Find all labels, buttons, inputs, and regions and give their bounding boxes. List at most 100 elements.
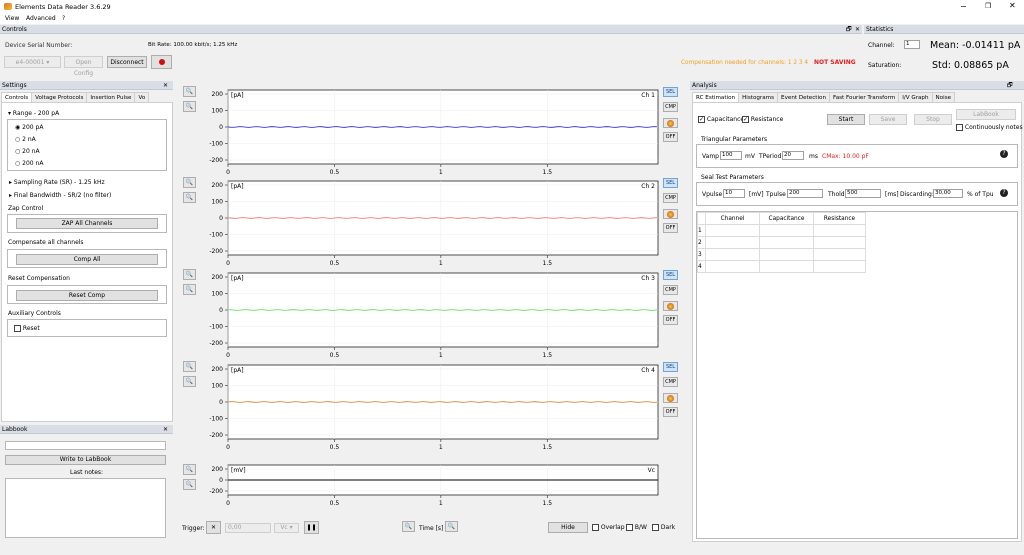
dark-checkbox[interactable]: Dark [652,524,675,531]
seal-help-icon[interactable]: ? [1000,189,1008,197]
zap-all-button[interactable]: ZAP All Channels [16,218,158,229]
tab-vo[interactable]: Vo [134,92,150,102]
tpulse-spinbox[interactable]: 200 [787,189,823,198]
plot-3-zap-button[interactable] [663,301,678,311]
tab-fft[interactable]: Fast Fourier Transform [829,92,900,102]
trigger-clear-button[interactable]: ✕ [206,521,221,534]
labbook-input[interactable] [5,441,166,450]
plot-2-off-button[interactable]: OFF [663,223,678,233]
plot-3-zoom-out-button[interactable]: 🔍 [183,284,196,295]
plot-4-cmp-button[interactable]: CMP [663,377,678,387]
radio-200na[interactable]: ○ 200 nA [15,160,43,167]
table-row[interactable]: 3 [697,248,866,261]
plot-3-cmp-button[interactable]: CMP [663,285,678,295]
discard-spinbox[interactable]: 30,00 [933,189,963,198]
trigger-value-input[interactable]: 0,00 [225,523,271,533]
menu-advanced[interactable]: Advanced [26,15,56,22]
plot-2-zoom-in-button[interactable]: 🔍 [183,177,196,188]
minimize-icon[interactable]: − [960,2,967,11]
hide-button[interactable]: Hide [548,522,588,533]
tperiod-spinbox[interactable]: 20 [782,151,804,160]
time-zoom-out-button[interactable]: 🔍 [445,521,458,532]
float-icon[interactable]: 🗗 [846,25,852,34]
restore-icon[interactable]: ❐ [985,2,991,10]
plot-3-off-button[interactable]: OFF [663,315,678,325]
vamp-spinbox[interactable]: 100 [720,151,742,160]
bw-checkbox[interactable]: B/W [626,524,647,531]
plot-1-zoom-out-button[interactable]: 🔍 [183,101,196,112]
bandwidth-expander[interactable]: ▸ Final Bandwidth - SR/2 (no filter) [9,192,111,199]
plot-1-zap-button[interactable] [663,118,678,128]
plot-4-off-button[interactable]: OFF [663,407,678,417]
app-logo-icon [4,3,12,10]
plot-2-zoom-out-button[interactable]: 🔍 [183,192,196,203]
trigger-unit-select[interactable]: Vc ▾ [274,523,299,533]
menu-view[interactable]: View [5,15,19,22]
reset-comp-button[interactable]: Reset Comp [16,290,158,301]
column-header-capacitance[interactable]: Capacitance [759,212,814,225]
plot-5-zoom-in-button[interactable]: 🔍 [183,464,196,475]
radio-2na[interactable]: ○ 2 nA [15,136,36,143]
plot-5-zoom-out-button[interactable]: 🔍 [183,479,196,490]
close-panel-icon[interactable]: ✕ [855,25,860,34]
comp-all-button[interactable]: Comp All [16,254,158,265]
plot-1-cmp-button[interactable]: CMP [663,102,678,112]
plot-2-sel-button[interactable]: SEL [663,178,678,188]
tab-histograms[interactable]: Histograms [738,92,779,102]
plot-4-zoom-out-button[interactable]: 🔍 [183,376,196,387]
resistance-checkbox[interactable]: ✓ Resistance [742,116,783,123]
labbook-close-icon[interactable]: ✕ [163,425,168,434]
radio-20na[interactable]: ○ 20 nA [15,148,40,155]
tab-voltage-protocols[interactable]: Voltage Protocols [31,92,88,102]
column-header-resistance[interactable]: Resistance [813,212,866,225]
close-icon[interactable]: ✕ [1009,1,1016,10]
plot-1-off-button[interactable]: OFF [663,132,678,142]
plot-1-sel-button[interactable]: SEL [663,87,678,97]
stop-button[interactable]: Stop [914,114,952,125]
capacitance-checkbox[interactable]: ✓ Capacitance [698,116,744,123]
radio-200pa[interactable]: ◉ 200 pA [15,124,43,131]
labbook-button[interactable]: LabBook [956,109,1016,120]
plot-4-zoom-in-button[interactable]: 🔍 [183,361,196,372]
aux-reset-checkbox[interactable]: Reset [14,325,40,332]
start-button[interactable]: Start [827,114,865,125]
tab-rc-estimation[interactable]: RC Estimation [692,92,740,102]
menu-help[interactable]: ? [62,15,65,22]
record-button[interactable] [151,55,172,69]
thold-spinbox[interactable]: 500 [845,189,881,198]
write-labbook-button[interactable]: Write to LabBook [5,455,166,465]
serial-select[interactable]: e4-00001 ▾ [4,56,61,68]
tab-noise[interactable]: Noise [931,92,956,102]
time-zoom-in-button[interactable]: 🔍 [402,521,415,532]
plot-2-ytick-label: -100 [209,232,223,239]
plot-4-sel-button[interactable]: SEL [663,362,678,372]
plot-3-sel-button[interactable]: SEL [663,270,678,280]
disconnect-button[interactable]: Disconnect [107,56,147,68]
save-button[interactable]: Save [869,114,907,125]
channel-spinbox[interactable]: 1 [904,40,920,49]
last-notes-area[interactable] [5,478,166,538]
pause-button[interactable]: ❚❚ [304,521,319,534]
plot-4-zap-button[interactable] [663,393,678,403]
table-row[interactable]: 2 [697,236,866,249]
range-expander[interactable]: ▾ Range - 200 pA [8,110,59,117]
analysis-float-icon[interactable]: 🗗 [1007,81,1013,90]
plot-1-zoom-in-button[interactable]: 🔍 [183,86,196,97]
tab-iv-graph[interactable]: I/V Graph [898,92,933,102]
plot-2-cmp-button[interactable]: CMP [663,193,678,203]
vpulse-spinbox[interactable]: 10 [723,189,745,198]
tab-insertion-pulse[interactable]: Insertion Pulse [86,92,136,102]
sampling-expander[interactable]: ▸ Sampling Rate (SR) - 1.25 kHz [9,179,105,186]
table-row[interactable]: 4 [697,260,866,273]
continuous-notes-checkbox[interactable]: Continuously notes [956,124,1023,131]
table-row[interactable]: 1 [697,224,866,237]
settings-close-icon[interactable]: ✕ [163,81,168,90]
plot-3-zoom-in-button[interactable]: 🔍 [183,269,196,280]
open-config-button[interactable]: Open Config [64,56,103,77]
help-icon[interactable]: ? [1000,150,1008,158]
overlap-checkbox[interactable]: Overlap [592,524,625,531]
tab-controls[interactable]: Controls [1,92,33,102]
plot-2-zap-button[interactable] [663,209,678,219]
column-header-channel[interactable]: Channel [705,212,760,225]
tab-event-detection[interactable]: Event Detection [777,92,831,102]
